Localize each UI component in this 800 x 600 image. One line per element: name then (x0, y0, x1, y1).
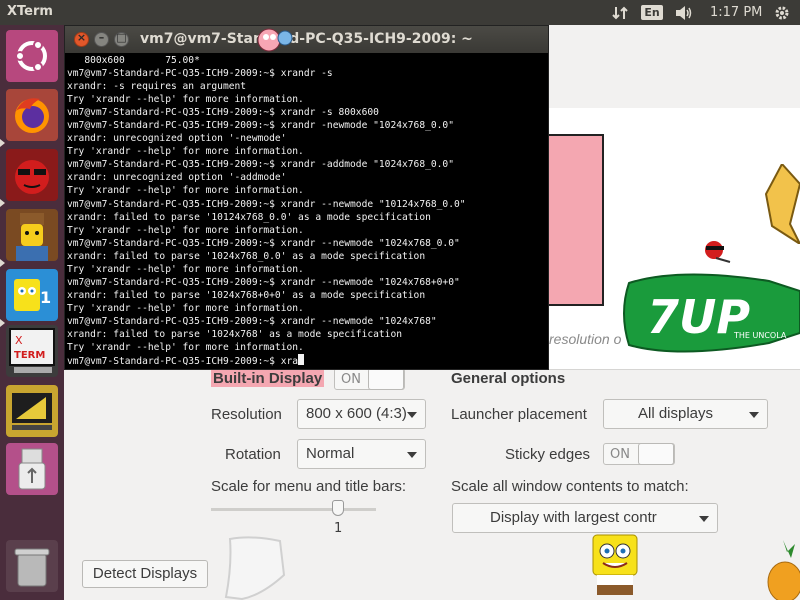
svg-text:X: X (15, 334, 23, 347)
terminal-line: xrandr: unrecognized option '-newmode' (67, 133, 287, 145)
maximize-button[interactable]: □ (114, 31, 129, 47)
terminal-line: vm7@vm7-Standard-PC-Q35-ICH9-2009:~$ xra… (67, 107, 379, 119)
terminal-line: xrandr: failed to parse '1024x768_0.0' a… (67, 250, 426, 262)
chevron-down-icon (749, 412, 759, 418)
launcher-placement-label: Launcher placement (451, 406, 587, 423)
seven-up-bottle-image: 7UP THE UNCOLA (619, 260, 800, 367)
seven-up-tagline: THE UNCOLA (733, 331, 787, 340)
rotation-label: Rotation (225, 446, 281, 463)
volume-icon[interactable] (672, 0, 696, 25)
terminal-line: vm7@vm7-Standard-PC-Q35-ICH9-2009:~$ xra… (67, 315, 437, 327)
launcher: 1 X TERM (0, 25, 64, 600)
terminal-line: vm7@vm7-Standard-PC-Q35-ICH9-2009:~$ xra… (67, 276, 460, 288)
terminal-line: 800x600 75.00* (67, 55, 200, 66)
language-indicator: En (641, 5, 663, 20)
scale-slider-track[interactable] (211, 508, 376, 511)
minimize-icon: – (98, 31, 105, 44)
rotation-dropdown[interactable]: Normal (297, 439, 426, 469)
ruler-app-icon[interactable] (6, 385, 58, 437)
spongebob-image (585, 533, 645, 600)
resolution-dropdown[interactable]: 800 x 600 (4:3) (297, 399, 426, 429)
terminal-line: Try 'xrandr --help' for more information… (67, 302, 304, 314)
launcher-placement-value: All displays (637, 405, 714, 422)
scale-all-value: Display with largest contr (490, 509, 657, 526)
terminal-line: xrandr: unrecognized option '-addmode' (67, 172, 287, 184)
system-gear-icon[interactable] (770, 0, 794, 25)
launcher-placement-dropdown[interactable]: All displays (603, 399, 768, 429)
sticky-edges-switch-text: ON (610, 447, 630, 462)
trash-icon[interactable] (6, 540, 58, 592)
xterm-titlebar[interactable]: × – □ vm7@vm7-Standard-PC-Q35-ICH9-2009:… (65, 26, 548, 53)
terminal-line: Try 'xrandr --help' for more information… (67, 224, 304, 236)
rotation-value: Normal (306, 445, 355, 462)
maximize-icon: □ (116, 31, 127, 44)
keyboard-language-icon[interactable]: En (640, 0, 664, 25)
lego-character-icon[interactable] (6, 209, 58, 261)
terminal-line: xrandr: failed to parse '1024x768' as a … (67, 328, 403, 340)
resolution-value: 800 x 600 (4:3) (306, 405, 407, 422)
resolution-hint-text: resolution o (549, 331, 622, 347)
scale-label: Scale for menu and title bars: (211, 478, 407, 495)
spongebob-game-icon[interactable]: 1 (6, 269, 58, 321)
terminal-line: Try 'xrandr --help' for more information… (67, 146, 304, 158)
terminal-line: Try 'xrandr --help' for more information… (67, 94, 304, 106)
xterm-icon[interactable]: X TERM (6, 325, 58, 377)
ubuntu-dash-icon[interactable] (6, 30, 58, 82)
top-panel: XTerm En 1:17 PM (0, 0, 800, 25)
sticky-edges-label: Sticky edges (505, 446, 591, 463)
terminal-output[interactable]: 800x600 75.00* vm7@vm7-Standard-PC-Q35-IC… (67, 54, 547, 368)
scale-all-dropdown[interactable]: Display with largest contr (452, 503, 718, 533)
scale-slider-value: 1 (334, 521, 343, 536)
terminal-cursor (298, 354, 305, 366)
terminal-line: vm7@vm7-Standard-PC-Q35-ICH9-2009:~$ xra… (67, 198, 466, 210)
close-button[interactable]: × (74, 31, 89, 47)
running-indicator (0, 199, 5, 207)
running-indicator (0, 259, 5, 267)
sticky-edges-switch-knob[interactable] (638, 443, 674, 465)
white-sketch-image (222, 535, 288, 600)
display-on-switch[interactable]: ON (334, 368, 405, 390)
terminal-line: vm7@vm7-Standard-PC-Q35-ICH9-2009:~$ xra… (67, 159, 454, 171)
cartoon-badge-image (764, 162, 800, 248)
firefox-icon[interactable] (6, 89, 58, 141)
terminal-line: vm7@vm7-Standard-PC-Q35-ICH9-2009:~$ xra… (67, 237, 460, 249)
terminal-line: xrandr: failed to parse '1024x768+0+0' a… (67, 289, 426, 301)
built-in-display-label: Built-in Display (211, 370, 325, 387)
network-arrows-icon[interactable] (608, 0, 632, 25)
close-icon: × (76, 31, 87, 44)
terminal-prompt-text: vm7@vm7-Standard-PC-Q35-ICH9-2009:~$ xra (67, 356, 299, 368)
chevron-down-icon (699, 516, 709, 522)
clock[interactable]: 1:17 PM (710, 5, 762, 20)
devil-game-icon[interactable] (6, 149, 58, 201)
xterm-window[interactable]: × – □ vm7@vm7-Standard-PC-Q35-ICH9-2009:… (64, 25, 549, 370)
usb-drive-icon[interactable] (6, 443, 58, 495)
cartoon-character-image (702, 236, 732, 268)
running-indicator (0, 139, 5, 147)
pineapple-image (765, 540, 800, 600)
scale-slider-handle[interactable] (332, 500, 344, 516)
terminal-line: Try 'xrandr --help' for more information… (67, 185, 304, 197)
chevron-down-icon (407, 412, 417, 418)
svg-text:1: 1 (40, 288, 51, 307)
sticky-edges-switch[interactable]: ON (603, 443, 675, 465)
svg-text:TERM: TERM (14, 350, 45, 361)
resolution-label: Resolution (211, 406, 282, 423)
terminal-prompt-line[interactable]: vm7@vm7-Standard-PC-Q35-ICH9-2009:~$ xra (67, 354, 547, 367)
terminal-line: Try 'xrandr --help' for more information… (67, 263, 304, 275)
detect-displays-button[interactable]: Detect Displays (82, 560, 208, 588)
running-indicator (0, 319, 5, 327)
terminal-line: xrandr: -s requires an argument (67, 81, 247, 93)
chevron-down-icon (407, 452, 417, 458)
display-switch-knob[interactable] (368, 368, 404, 390)
xterm-title-text: vm7@vm7-Standard-PC-Q35-ICH9-2009: ~ (140, 31, 473, 47)
terminal-line: vm7@vm7-Standard-PC-Q35-ICH9-2009:~$ xra… (67, 68, 333, 80)
terminal-line: Try 'xrandr --help' for more information… (67, 342, 304, 354)
scale-all-label: Scale all window contents to match: (451, 478, 689, 495)
app-title: XTerm (7, 4, 53, 19)
general-options-heading: General options (451, 370, 566, 387)
display-switch-text: ON (341, 372, 361, 387)
terminal-line: xrandr: failed to parse '10124x768_0.0' … (67, 211, 431, 223)
minimize-button[interactable]: – (94, 31, 109, 47)
terminal-line: vm7@vm7-Standard-PC-Q35-ICH9-2009:~$ xra… (67, 120, 454, 132)
